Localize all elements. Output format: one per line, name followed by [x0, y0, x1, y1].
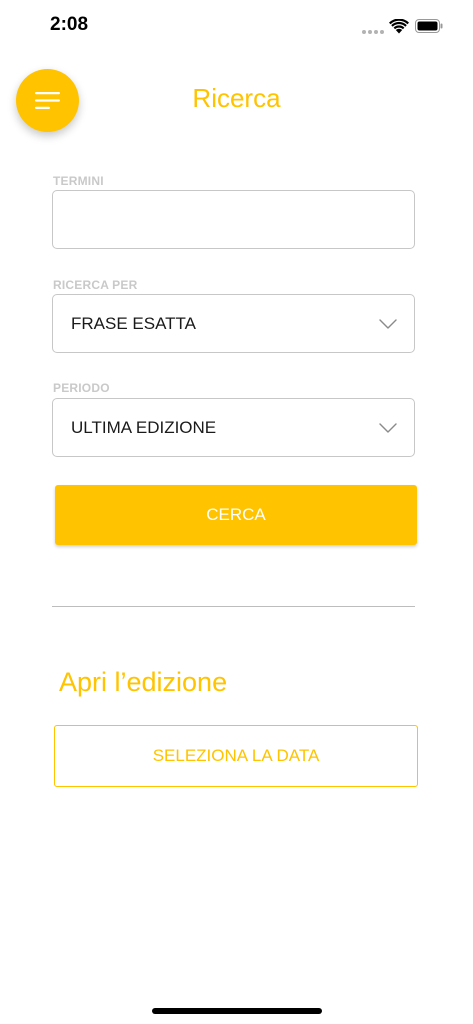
- select-date-button[interactable]: SELEZIONA LA DATA: [54, 725, 418, 787]
- search-by-selected-value: FRASE ESATTA: [71, 314, 197, 333]
- search-button[interactable]: CERCA: [55, 485, 417, 545]
- status-bar: 2:08: [0, 0, 473, 54]
- battery-icon: [415, 19, 443, 33]
- period-selected-value: ULTIMA EDIZIONE: [71, 418, 217, 437]
- period-select[interactable]: ULTIMA EDIZIONE: [52, 398, 415, 457]
- search-by-select[interactable]: FRASE ESATTA: [52, 294, 415, 353]
- chevron-down-icon: [379, 423, 397, 433]
- page-title: Ricerca: [192, 83, 281, 113]
- divider: [52, 606, 415, 607]
- search-screen: 2:08 Ricerca TERMINI RICERCA PER FRASE E…: [0, 0, 473, 1024]
- terms-field[interactable]: [52, 190, 415, 249]
- status-time: 2:08: [50, 14, 89, 35]
- terms-input[interactable]: [53, 191, 414, 248]
- period-label: PERIODO: [53, 381, 110, 395]
- chevron-down-icon: [379, 319, 397, 329]
- search-by-label: RICERCA PER: [53, 278, 138, 292]
- home-indicator: [152, 1008, 322, 1014]
- cellular-signal-icon: [362, 30, 384, 34]
- terms-label: TERMINI: [53, 174, 104, 188]
- open-edition-title: Apri l’edizione: [59, 667, 228, 697]
- wifi-icon: [389, 19, 409, 34]
